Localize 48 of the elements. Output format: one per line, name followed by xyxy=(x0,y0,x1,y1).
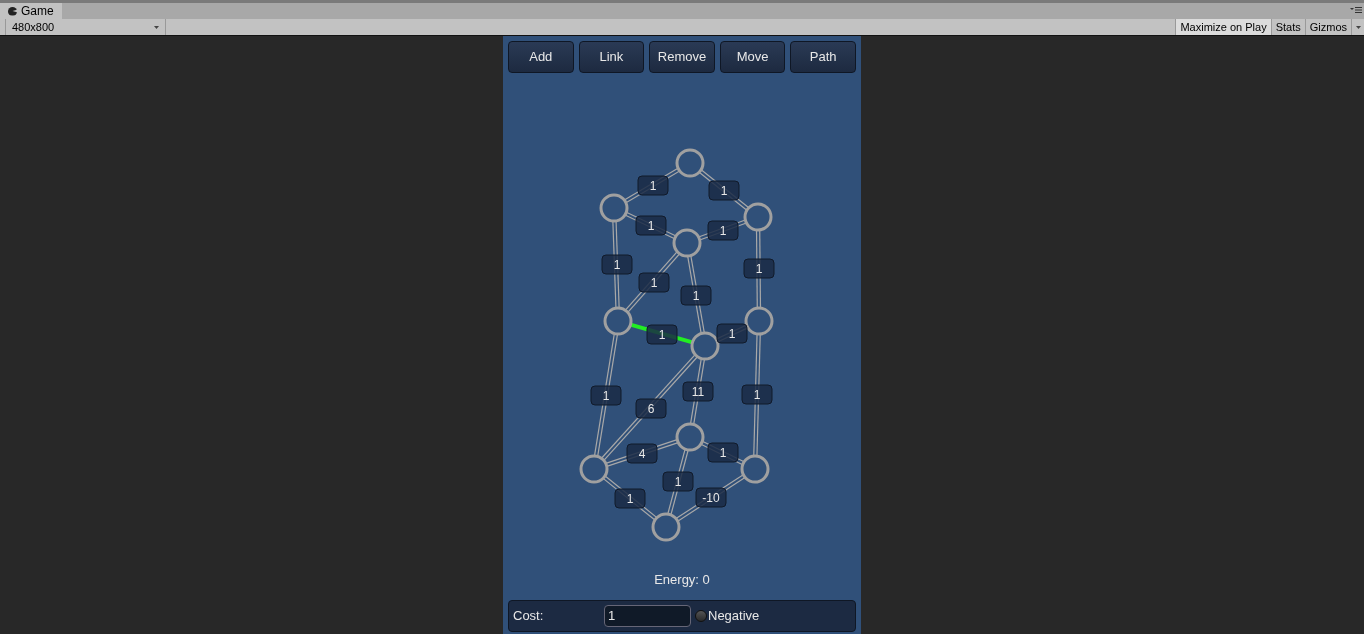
graph-node[interactable] xyxy=(675,422,705,452)
edge-cost-label: 1 xyxy=(708,180,740,201)
energy-readout: Energy: 0 xyxy=(654,571,710,589)
edge-cost-label: 1 xyxy=(707,220,739,241)
edge-cost-label: 1 xyxy=(601,254,633,275)
edge-cost-label: 1 xyxy=(716,323,748,344)
dropdown-arrow-icon[interactable] xyxy=(1351,19,1364,35)
edge-cost-label: 1 xyxy=(680,285,712,306)
edge-cost-label: 1 xyxy=(646,324,678,345)
edge-cost-label: 6 xyxy=(635,398,667,419)
window-title: Game xyxy=(21,3,54,20)
graph-node[interactable] xyxy=(579,454,609,484)
edge-cost-label: 11 xyxy=(682,381,714,402)
edge-cost-label: 1 xyxy=(743,258,775,279)
edge-cost-label: 1 xyxy=(614,488,646,509)
graph-node[interactable] xyxy=(603,306,633,336)
toolbar-toggle[interactable]: Maximize on Play xyxy=(1175,19,1271,35)
graph-node[interactable] xyxy=(740,454,770,484)
edge-cost-label: 1 xyxy=(590,385,622,406)
graph-node[interactable] xyxy=(651,512,681,542)
tool-button[interactable]: Remove xyxy=(649,41,715,73)
dropdown-arrow-icon xyxy=(154,25,159,29)
graph-node[interactable] xyxy=(675,148,705,178)
negative-checkbox[interactable] xyxy=(695,609,707,622)
game-icon xyxy=(8,6,17,16)
graph-node[interactable] xyxy=(690,331,720,361)
tool-button[interactable]: Path xyxy=(790,41,856,73)
edge-cost-label: 1 xyxy=(638,272,670,293)
edge-cost-label: 1 xyxy=(741,384,773,405)
graph-node[interactable] xyxy=(599,193,629,223)
tool-button[interactable]: Move xyxy=(719,41,786,73)
tool-button[interactable]: Link xyxy=(578,41,645,73)
menu-icon[interactable] xyxy=(1350,6,1362,14)
edge-cost-label: -10 xyxy=(695,487,727,508)
edge-cost-label: 4 xyxy=(626,443,658,464)
cost-label: Cost: xyxy=(513,606,545,625)
graph-node[interactable] xyxy=(672,228,702,258)
tool-button[interactable]: Add xyxy=(508,41,574,73)
cost-input[interactable]: 1 xyxy=(604,604,691,627)
edge-cost-label: 1 xyxy=(635,215,667,236)
graph-node[interactable] xyxy=(744,306,774,336)
edge-cost-label: 1 xyxy=(637,175,669,196)
edge-cost-label: 1 xyxy=(662,471,694,492)
negative-label: Negative xyxy=(708,606,760,625)
resolution-dropdown[interactable]: 480x800 xyxy=(5,19,166,35)
edge-cost-label: 1 xyxy=(707,442,739,463)
graph-node[interactable] xyxy=(743,202,773,232)
window-tab[interactable]: Game xyxy=(0,3,62,19)
